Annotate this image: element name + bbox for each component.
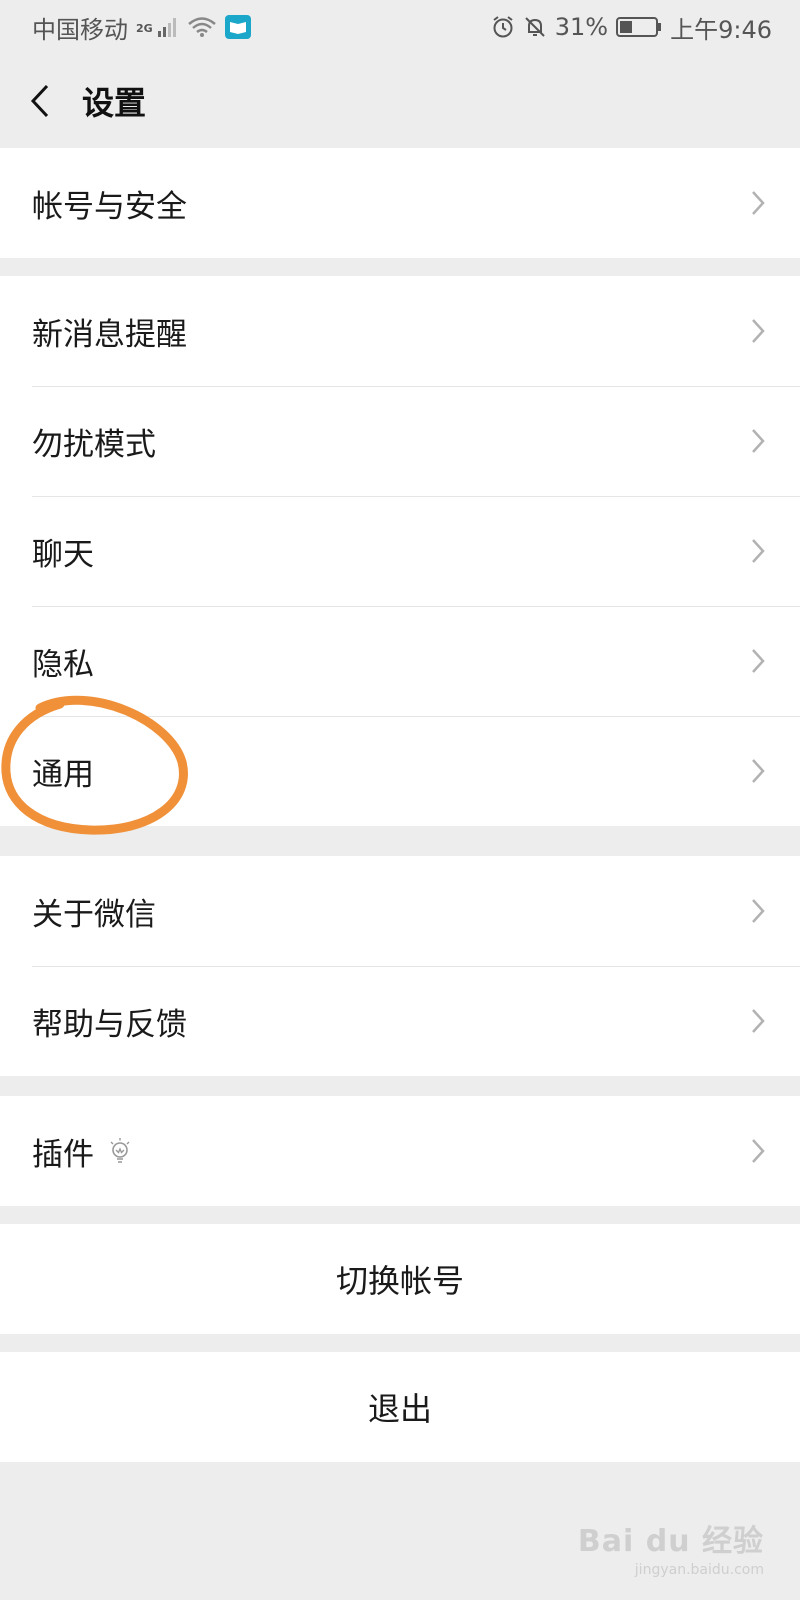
switch-account-label: 切换帐号 — [335, 1262, 464, 1300]
back-chevron-icon — [30, 84, 49, 118]
settings-item-label: 通用 — [32, 756, 94, 793]
wifi-icon — [187, 17, 216, 37]
signal-icon — [157, 18, 176, 37]
watermark-main: Bai du 经验 — [577, 1524, 764, 1559]
settings-item-label: 聊天 — [32, 536, 94, 573]
page-title: 设置 — [82, 84, 147, 122]
chevron-right-icon — [752, 539, 765, 563]
alarm-icon — [493, 16, 513, 38]
watermark-sub: jingyan.baidu.com — [634, 1562, 764, 1578]
settings-item-label: 帐号与安全 — [32, 188, 187, 225]
settings-item-chat[interactable]: 聊天 — [0, 496, 800, 606]
chevron-right-icon — [752, 649, 765, 673]
settings-item-plugins[interactable]: 插件 — [0, 1096, 800, 1206]
chevron-right-icon — [752, 899, 765, 923]
settings-item-do-not-disturb[interactable]: 勿扰模式 — [0, 386, 800, 496]
back-button[interactable] — [0, 54, 80, 148]
settings-group-plugins: 插件 — [0, 1096, 800, 1206]
status-bar: 中国移动 2G 31% 上午9:46 — [0, 0, 800, 54]
logout-button[interactable]: 退出 — [0, 1352, 800, 1462]
logout-label: 退出 — [367, 1390, 432, 1428]
settings-item-account-security[interactable]: 帐号与安全 — [0, 148, 800, 258]
settings-item-label: 隐私 — [32, 646, 94, 683]
settings-group-account: 帐号与安全 — [0, 148, 800, 258]
battery-percent: 31% — [554, 13, 609, 41]
carrier-label: 中国移动 — [32, 15, 128, 44]
lightbulb-icon — [110, 1138, 130, 1163]
settings-item-privacy[interactable]: 隐私 — [0, 606, 800, 716]
settings-item-label: 插件 — [32, 1136, 94, 1173]
nav-bar: 设置 — [0, 54, 800, 148]
battery-icon — [616, 17, 662, 37]
switch-account-button[interactable]: 切换帐号 — [0, 1224, 800, 1334]
settings-item-label: 帮助与反馈 — [32, 1006, 187, 1043]
logout-group: 退出 — [0, 1352, 800, 1462]
chevron-right-icon — [752, 1139, 765, 1163]
settings-item-notifications[interactable]: 新消息提醒 — [0, 276, 800, 386]
settings-group-about: 关于微信 帮助与反馈 — [0, 856, 800, 1076]
mute-icon — [525, 17, 545, 37]
settings-item-label: 新消息提醒 — [32, 316, 187, 353]
settings-group-main: 新消息提醒 勿扰模式 聊天 隐私 通用 — [0, 276, 800, 826]
chevron-right-icon — [752, 191, 765, 215]
settings-item-general[interactable]: 通用 — [0, 716, 800, 826]
chevron-right-icon — [752, 319, 765, 343]
status-right: 31% 上午9:46 — [491, 10, 772, 45]
settings-item-about-wechat[interactable]: 关于微信 — [0, 856, 800, 966]
switch-account-group: 切换帐号 — [0, 1224, 800, 1334]
network-type: 2G — [136, 21, 153, 35]
chevron-right-icon — [752, 759, 765, 783]
settings-item-help-feedback[interactable]: 帮助与反馈 — [0, 966, 800, 1076]
chevron-right-icon — [752, 1009, 765, 1033]
settings-item-label: 勿扰模式 — [32, 426, 156, 463]
status-left: 中国移动 2G — [32, 10, 251, 45]
chevron-right-icon — [752, 429, 765, 453]
settings-item-label: 关于微信 — [32, 896, 156, 933]
app-notification-icon — [224, 15, 251, 39]
baidu-jingyan-watermark: Bai du 经验 jingyan.baidu.com — [578, 1516, 764, 1578]
clock: 上午9:46 — [670, 15, 772, 44]
